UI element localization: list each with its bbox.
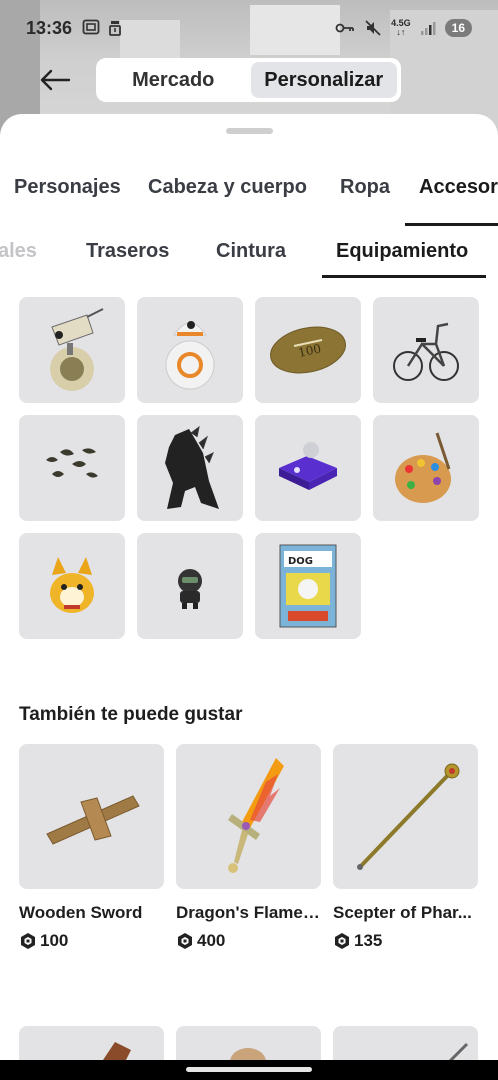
item-tile[interactable]: [19, 533, 125, 639]
item-tile[interactable]: [373, 415, 479, 521]
robux-icon: [178, 933, 192, 949]
scepter-icon: [356, 763, 459, 870]
tab-mercado[interactable]: Mercado: [100, 62, 247, 98]
item-name: Scepter of Phar...: [333, 903, 472, 922]
flame-sword-icon: [227, 757, 284, 873]
screenshot-icon: [82, 19, 100, 35]
price-value: 135: [354, 931, 383, 950]
item-tile[interactable]: [137, 415, 243, 521]
item-thumbnail: [333, 744, 478, 889]
recommendation-card[interactable]: Wooden Sword 100: [19, 744, 164, 951]
bats-swarm-icon: [46, 448, 98, 478]
mute-icon: [365, 20, 381, 36]
svg-text:DOG: DOG: [288, 556, 313, 567]
bb8-droid-icon: [165, 321, 215, 390]
price-value: 400: [197, 931, 226, 950]
item-tile[interactable]: DOG: [255, 533, 361, 639]
item-name: Dragon's Flame ...: [176, 903, 321, 922]
mode-switch: Mercado Personalizar: [96, 58, 401, 102]
back-button[interactable]: [38, 64, 72, 96]
tab-accesorios[interactable]: Accesorios: [419, 176, 498, 199]
item-tile[interactable]: [255, 415, 361, 521]
wooden-sword-icon: [45, 794, 140, 845]
purple-device-icon: [279, 442, 337, 490]
corgi-pet-icon: [50, 557, 94, 613]
key-icon: [335, 23, 355, 33]
arrow-left-icon: [40, 69, 71, 91]
tab-equipamiento[interactable]: Equipamiento: [336, 240, 468, 263]
item-tile[interactable]: [19, 415, 125, 521]
dog-man-book-icon: DOG: [279, 544, 337, 628]
dark-robot-icon: [178, 569, 202, 609]
tab-ropa[interactable]: Ropa: [340, 176, 390, 199]
system-nav-bar: [0, 1060, 498, 1080]
tab-traseros[interactable]: Traseros: [86, 240, 169, 263]
item-price: 400: [176, 931, 321, 951]
subcategory-active-indicator: [322, 275, 486, 278]
customize-sheet: Personajes Cabeza y cuerpo Ropa Accesori…: [0, 114, 498, 1080]
tab-cabeza-y-cuerpo[interactable]: Cabeza y cuerpo: [148, 176, 307, 199]
category-tabs: Personajes Cabeza y cuerpo Ropa Accesori…: [0, 166, 498, 226]
status-bar: 13:36 4.5G ↓↑ 16: [0, 0, 498, 56]
d-o-droid-icon: [50, 308, 104, 391]
recommendation-card[interactable]: Scepter of Phar... 135: [333, 744, 478, 951]
alarm-icon: [109, 21, 121, 36]
item-tile[interactable]: 100: [255, 297, 361, 403]
price-value: 100: [40, 931, 69, 950]
network-type: 4.5G ↓↑: [391, 18, 411, 37]
item-tile[interactable]: [137, 297, 243, 403]
item-tile[interactable]: [373, 297, 479, 403]
paint-palette-icon: [395, 432, 451, 503]
robux-icon: [335, 933, 349, 949]
item-name: Wooden Sword: [19, 903, 143, 922]
recommendations-title: También te puede gustar: [19, 704, 243, 725]
recommendation-card[interactable]: Dragon's Flame ... 400: [176, 744, 321, 951]
home-gesture-handle[interactable]: [186, 1067, 312, 1072]
item-price: 135: [333, 931, 478, 951]
item-price: 100: [19, 931, 164, 951]
tab-partial[interactable]: ales: [0, 240, 37, 263]
bicycle-icon: [393, 322, 459, 381]
item-tile[interactable]: [19, 297, 125, 403]
tab-personalizar[interactable]: Personalizar: [250, 62, 397, 98]
battery-icon: 16: [444, 19, 472, 37]
sheet-handle[interactable]: [226, 128, 273, 134]
robux-icon: [21, 933, 35, 949]
tab-personajes[interactable]: Personajes: [14, 176, 121, 199]
signal-icon: [420, 22, 436, 35]
subcategory-tabs: ales Traseros Cintura Equipamiento: [0, 226, 498, 280]
godzilla-icon: [165, 425, 219, 509]
football-icon: 100: [270, 326, 346, 374]
item-thumbnail: [176, 744, 321, 889]
item-thumbnail: [19, 744, 164, 889]
tab-cintura[interactable]: Cintura: [216, 240, 286, 263]
status-time: 13:36: [26, 17, 73, 38]
item-tile[interactable]: [137, 533, 243, 639]
